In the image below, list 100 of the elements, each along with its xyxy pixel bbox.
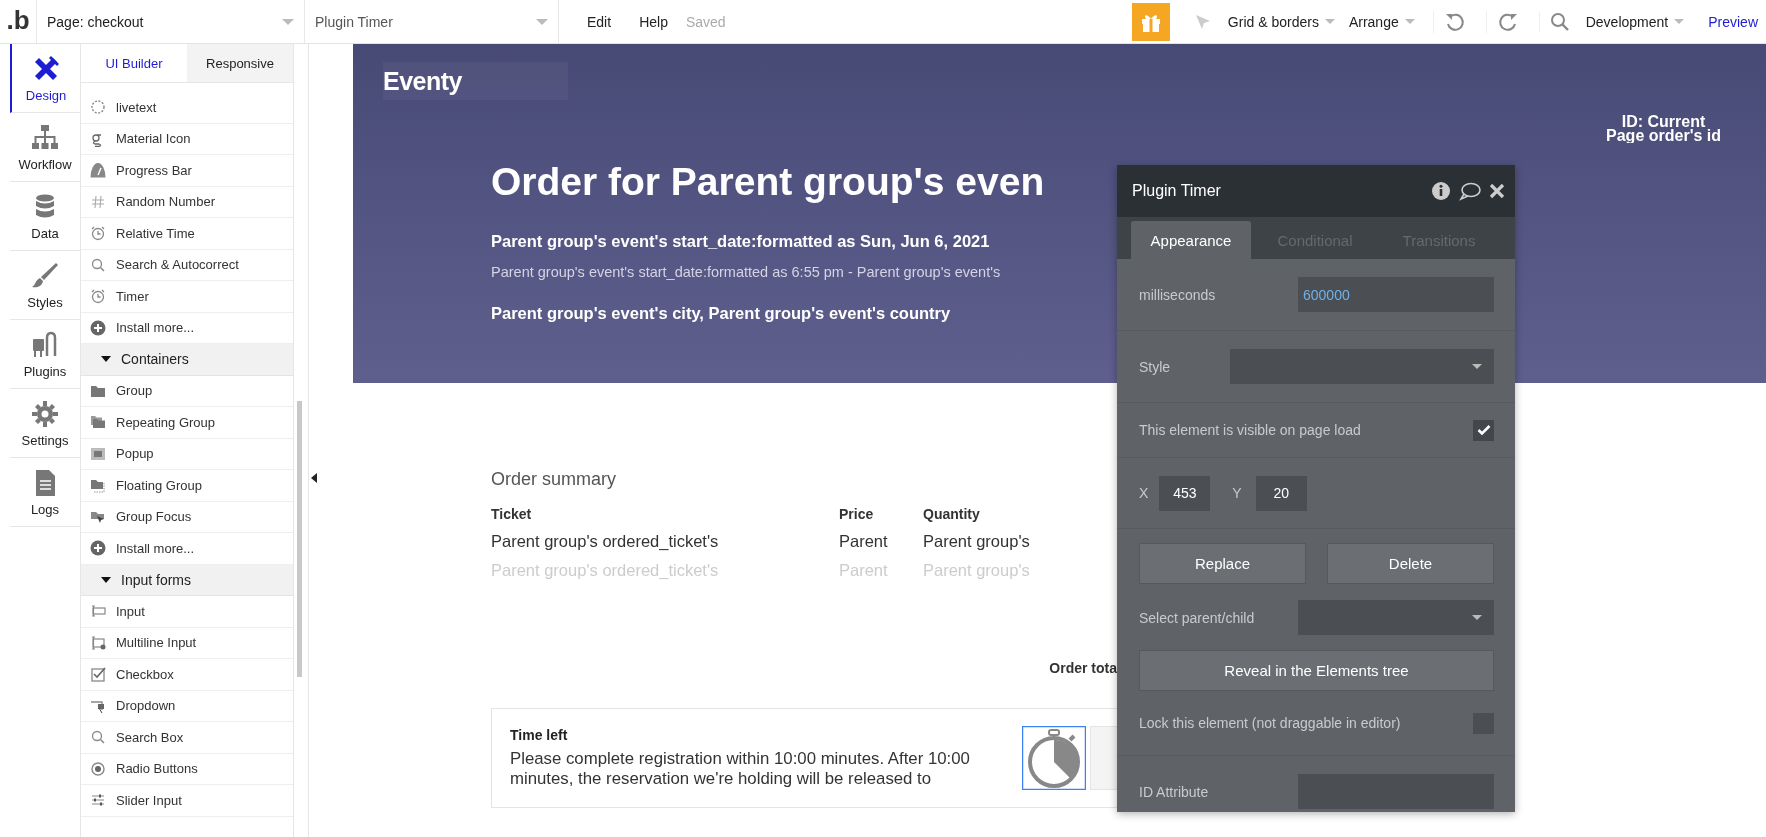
caret-icon xyxy=(1472,615,1482,620)
panel-button[interactable]: Delete xyxy=(1327,543,1494,584)
toolbar-dropdown[interactable]: Arrange xyxy=(1348,13,1415,30)
checkbox-label: Lock this element (not draggable in editor) xyxy=(1139,715,1401,731)
multiline-input-icon xyxy=(90,634,106,651)
sidebar-item[interactable]: Design xyxy=(10,44,80,113)
card-title: Time left xyxy=(510,727,569,743)
number-field[interactable]: 453 xyxy=(1159,475,1211,511)
input-icon xyxy=(90,603,106,620)
caret-icon xyxy=(1674,19,1685,24)
menu-item[interactable]: Help xyxy=(639,13,668,30)
radio-icon xyxy=(90,760,106,777)
element-item[interactable]: Radio Buttons xyxy=(81,753,293,785)
plus-circle-icon xyxy=(90,540,106,557)
check-icon xyxy=(1476,424,1491,436)
toolbar-dropdown[interactable]: Grid & borders xyxy=(1227,13,1335,30)
sidebar-item[interactable]: Styles xyxy=(10,251,80,320)
sidebar-item[interactable]: Logs xyxy=(10,458,80,527)
close-icon[interactable] xyxy=(1489,183,1505,199)
search-icon xyxy=(90,256,106,273)
element-item[interactable]: livetext xyxy=(81,92,293,124)
section-heading: Order summary xyxy=(491,469,617,490)
folder-icon xyxy=(90,477,106,494)
search-icon[interactable] xyxy=(1538,11,1570,32)
element-item[interactable]: Search & Autocorrect xyxy=(81,249,293,281)
tab[interactable]: Appearance xyxy=(1131,221,1251,259)
checkbox-icon xyxy=(90,666,106,683)
menu-item[interactable]: Edit xyxy=(587,13,612,30)
popup-icon xyxy=(90,445,106,462)
gear-icon xyxy=(30,398,60,429)
element-item[interactable]: Group Focus xyxy=(81,501,293,533)
gauge-icon xyxy=(90,162,106,179)
element-dropdown[interactable]: Plugin Timer xyxy=(305,0,559,43)
caret-icon xyxy=(536,18,548,25)
element-item[interactable]: Relative Time xyxy=(81,218,293,250)
field-label: Style xyxy=(1139,358,1171,375)
menu-item: Saved xyxy=(685,13,726,30)
install-more-item[interactable]: Install more... xyxy=(81,533,293,565)
column-header: Price xyxy=(839,506,875,522)
element-item[interactable]: Timer xyxy=(81,281,293,313)
tab[interactable]: Responsive xyxy=(187,44,293,82)
stopwatch-icon xyxy=(1022,726,1086,790)
app-logo[interactable]: .b xyxy=(0,0,37,43)
plus-circle-icon xyxy=(90,319,106,336)
element-item[interactable]: Group xyxy=(81,375,293,407)
reveal-button[interactable]: Reveal in the Elements tree xyxy=(1139,650,1494,691)
id-label: ID: Current xyxy=(1621,115,1707,129)
checkbox-label: This element is visible on page load xyxy=(1139,422,1361,438)
search-icon xyxy=(90,729,106,746)
column-header: Quantity xyxy=(923,506,981,522)
scrollbar[interactable] xyxy=(297,401,302,677)
card-message: Please complete registration within 10:00 minutes. After 10:00 minutes, the reservation we're holding will be released to xyxy=(510,749,971,789)
element-item[interactable]: Floating Group xyxy=(81,470,293,502)
element-item[interactable]: Input xyxy=(81,596,293,628)
element-item[interactable]: Repeating Group xyxy=(81,407,293,439)
sidebar-item[interactable]: Plugins xyxy=(10,320,80,389)
table-cell-text: Parent xyxy=(839,532,889,551)
number-field[interactable]: 20 xyxy=(1255,475,1307,511)
field-label: Y xyxy=(1232,485,1242,501)
caret-icon xyxy=(282,18,294,25)
brand-logo: Eventy xyxy=(383,66,462,96)
table-cell-text: Parent group's xyxy=(923,532,1031,551)
input-field[interactable]: 600000 xyxy=(1298,277,1494,312)
order-total-label: Order tota xyxy=(1049,660,1117,676)
element-item[interactable]: Progress Bar xyxy=(81,155,293,187)
section-header[interactable]: Input forms xyxy=(81,564,293,596)
sidebar-item[interactable]: Settings xyxy=(10,389,80,458)
element-item[interactable]: Random Number xyxy=(81,186,293,218)
undo-icon[interactable] xyxy=(1432,10,1466,33)
caret-icon xyxy=(1404,19,1415,24)
preview-link[interactable]: Preview xyxy=(1708,13,1758,30)
section-header[interactable]: Containers xyxy=(81,344,293,376)
element-item[interactable]: Search Box xyxy=(81,722,293,754)
element-item[interactable]: Material Icon xyxy=(81,123,293,155)
panel-title: Plugin Timer xyxy=(1132,182,1221,200)
gift-button[interactable] xyxy=(1131,2,1170,41)
collapse-arrow-icon[interactable] xyxy=(311,473,317,483)
element-item[interactable]: Slider Input xyxy=(81,785,293,817)
sidebar-item[interactable]: Data xyxy=(10,182,80,251)
element-item[interactable]: Multiline Input xyxy=(81,627,293,659)
event-info: Parent group's event's city, Parent group's event's country xyxy=(491,304,951,323)
redo-icon[interactable] xyxy=(1485,10,1519,33)
field-label: ID Attribute xyxy=(1139,783,1209,800)
caret-icon xyxy=(1324,19,1335,24)
column-header: Ticket xyxy=(491,506,533,522)
page-dropdown[interactable]: Page: checkout xyxy=(37,0,305,43)
panel-button[interactable]: Replace xyxy=(1139,543,1306,584)
element-item[interactable]: Checkbox xyxy=(81,659,293,691)
field-label: Select parent/child xyxy=(1139,609,1255,626)
element-item[interactable]: Popup xyxy=(81,438,293,470)
toolbar-dropdown[interactable]: Development xyxy=(1585,13,1685,30)
table-cell-text: Parent group's ordered_ticket's xyxy=(491,532,720,551)
caret-icon xyxy=(101,576,111,583)
sidebar-item[interactable]: Workflow xyxy=(10,113,80,182)
speech-bubble-icon[interactable] xyxy=(1459,181,1481,201)
element-item[interactable]: Dropdown xyxy=(81,690,293,722)
sliders-icon xyxy=(90,792,106,809)
info-icon[interactable] xyxy=(1431,181,1451,201)
checkbox[interactable] xyxy=(1473,419,1494,441)
page-title: Order for Parent group's even xyxy=(491,160,1046,204)
